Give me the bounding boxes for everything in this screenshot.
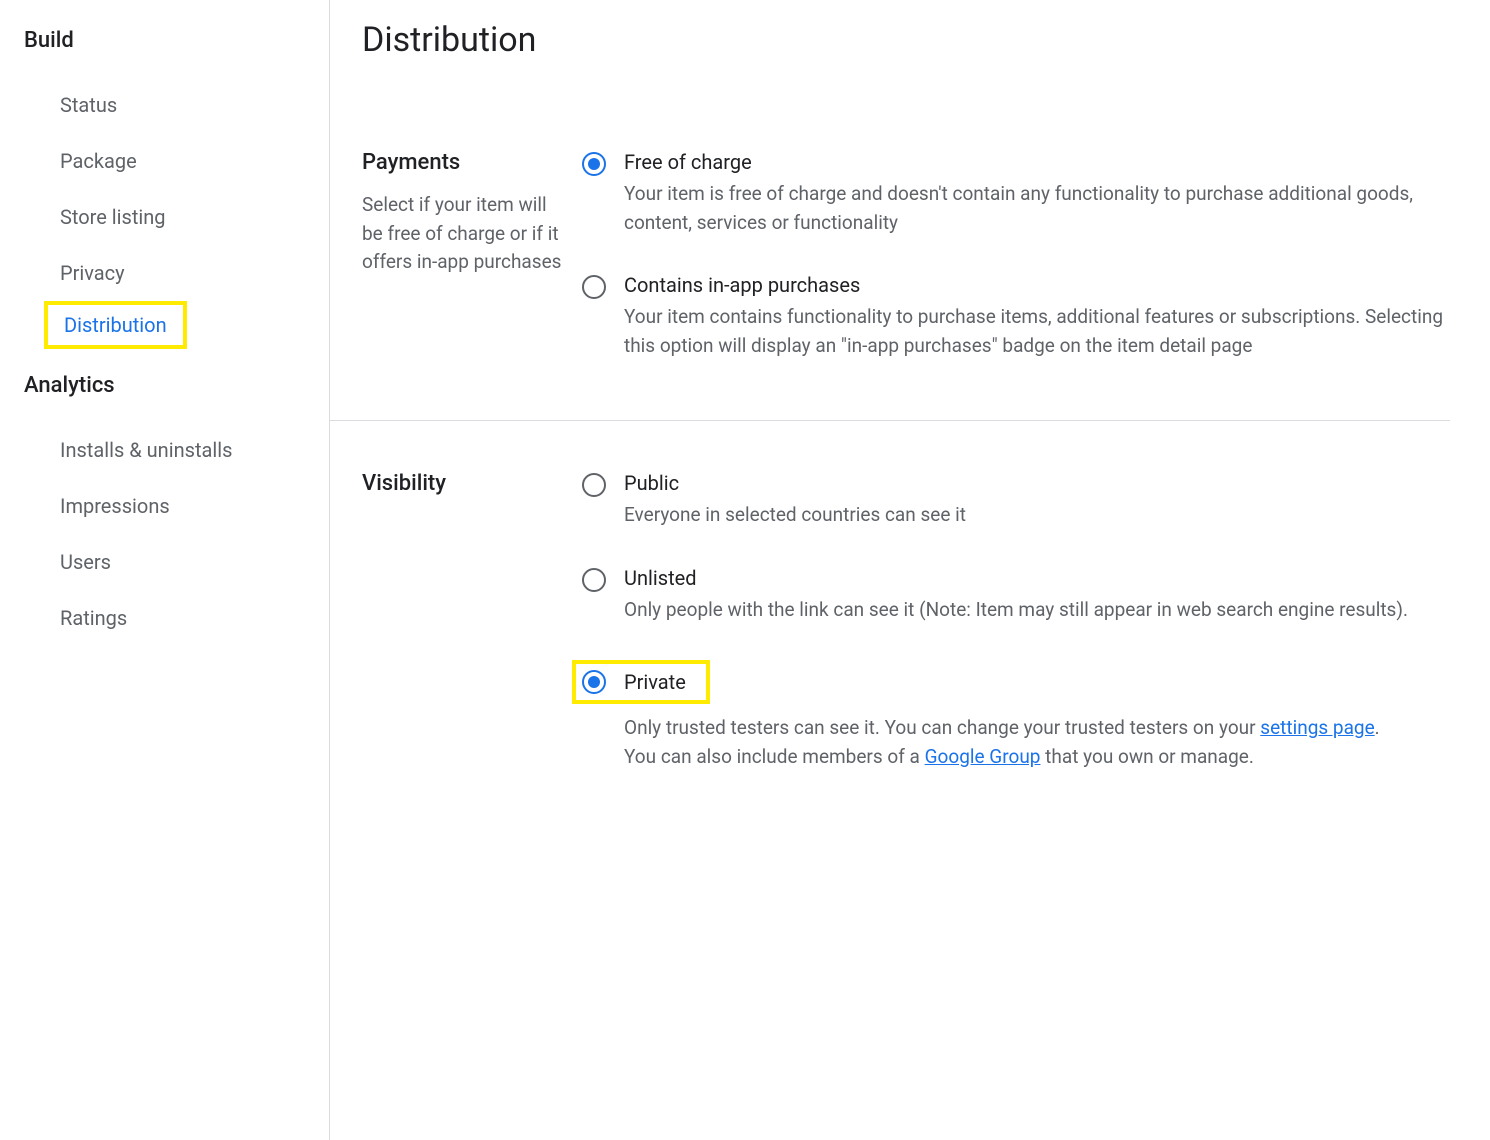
sidebar-item-distribution[interactable]: Distribution <box>48 305 183 345</box>
radio-private-label: Private <box>624 670 686 694</box>
radio-option-inapp: Contains in-app purchases Your item cont… <box>582 273 1450 360</box>
radio-option-private: Private Only trusted testers can see it.… <box>582 660 1450 771</box>
sidebar-analytics-items: Installs & uninstalls Impressions Users … <box>24 422 329 646</box>
visibility-options: Public Everyone in selected countries ca… <box>582 471 1450 771</box>
radio-unlisted[interactable] <box>582 568 606 592</box>
private-desc-part3: You can also include members of a <box>624 745 925 768</box>
main-content: Distribution Payments Select if your ite… <box>330 0 1490 1140</box>
radio-free-description: Your item is free of charge and doesn't … <box>624 180 1450 237</box>
radio-free-label-wrap: Free of charge Your item is free of char… <box>624 150 1450 237</box>
radio-free-label: Free of charge <box>624 150 1450 174</box>
payments-subtitle: Select if your item will be free of char… <box>362 191 562 277</box>
payments-left: Payments Select if your item will be fre… <box>362 150 582 360</box>
radio-private[interactable] <box>582 670 606 694</box>
radio-inapp-label-wrap: Contains in-app purchases Your item cont… <box>624 273 1450 360</box>
section-visibility: Visibility Public Everyone in selected c… <box>362 471 1450 831</box>
sidebar-item-store-listing[interactable]: Store listing <box>24 189 174 245</box>
radio-public-label-wrap: Public Everyone in selected countries ca… <box>624 471 1450 530</box>
sidebar-item-package[interactable]: Package <box>24 133 145 189</box>
radio-inapp-description: Your item contains functionality to purc… <box>624 303 1450 360</box>
radio-inapp-label: Contains in-app purchases <box>624 273 1450 297</box>
sidebar-item-users[interactable]: Users <box>24 534 119 590</box>
private-desc-part4: that you own or manage. <box>1040 745 1253 768</box>
visibility-left: Visibility <box>362 471 582 771</box>
google-group-link[interactable]: Google Group <box>925 745 1041 768</box>
divider <box>330 420 1450 421</box>
radio-unlisted-label: Unlisted <box>624 566 1450 590</box>
sidebar-item-installs-uninstalls[interactable]: Installs & uninstalls <box>24 422 240 478</box>
sidebar-highlight-distribution: Distribution <box>44 301 187 349</box>
radio-inapp[interactable] <box>582 275 606 299</box>
radio-private-highlight: Private <box>572 660 710 704</box>
sidebar-item-privacy[interactable]: Privacy <box>24 245 133 301</box>
private-desc-part2: . <box>1375 716 1380 739</box>
radio-free[interactable] <box>582 152 606 176</box>
sidebar-build-items: Status Package Store listing Privacy Dis… <box>24 77 329 349</box>
sidebar-section-analytics: Analytics <box>24 373 329 398</box>
sidebar-item-impressions[interactable]: Impressions <box>24 478 178 534</box>
section-payments: Payments Select if your item will be fre… <box>362 150 1450 420</box>
payments-title: Payments <box>362 150 562 175</box>
payments-options: Free of charge Your item is free of char… <box>582 150 1450 360</box>
radio-public-description: Everyone in selected countries can see i… <box>624 501 1450 530</box>
radio-public[interactable] <box>582 473 606 497</box>
radio-private-description: Only trusted testers can see it. You can… <box>624 714 1450 771</box>
sidebar-item-ratings[interactable]: Ratings <box>24 590 135 646</box>
radio-option-unlisted: Unlisted Only people with the link can s… <box>582 566 1450 625</box>
sidebar: Build Status Package Store listing Priva… <box>0 0 330 1140</box>
sidebar-item-status[interactable]: Status <box>24 77 125 133</box>
radio-public-label: Public <box>624 471 1450 495</box>
page-title: Distribution <box>362 20 1450 60</box>
radio-unlisted-description: Only people with the link can see it (No… <box>624 596 1450 625</box>
settings-page-link[interactable]: settings page <box>1260 716 1374 739</box>
radio-unlisted-label-wrap: Unlisted Only people with the link can s… <box>624 566 1450 625</box>
radio-option-free: Free of charge Your item is free of char… <box>582 150 1450 237</box>
radio-option-public: Public Everyone in selected countries ca… <box>582 471 1450 530</box>
sidebar-section-build: Build <box>24 28 329 53</box>
visibility-title: Visibility <box>362 471 562 496</box>
private-desc-part1: Only trusted testers can see it. You can… <box>624 716 1260 739</box>
